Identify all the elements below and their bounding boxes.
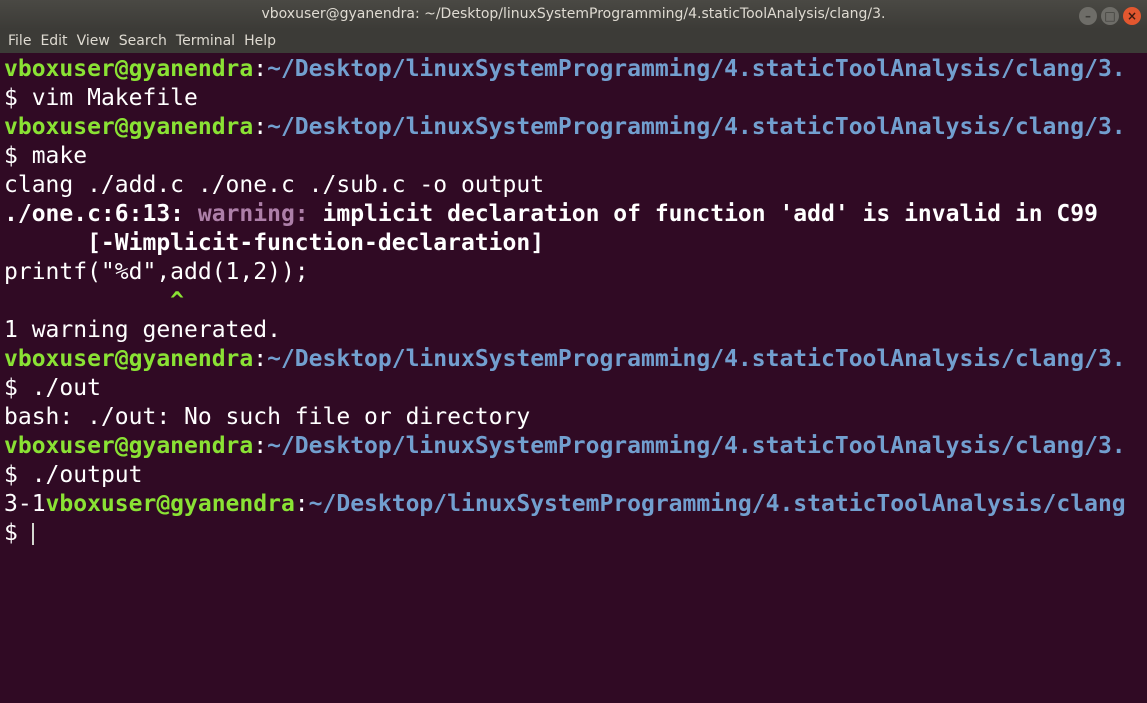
prompt-line: vboxuser@gyanendra:~/Desktop/linuxSystem… <box>4 432 1147 461</box>
caret-padding <box>4 288 170 314</box>
prompt-symbol: $ <box>4 375 32 401</box>
command-text: ./output <box>31 462 143 488</box>
prompt-line: vboxuser@gyanendra:~/Desktop/linuxSystem… <box>4 345 1147 374</box>
terminal-window: vboxuser@gyanendra: ~/Desktop/linuxSyste… <box>0 0 1147 703</box>
prompt-user: vboxuser@gyanendra <box>4 56 254 82</box>
menu-search[interactable]: Search <box>114 29 171 53</box>
prompt-symbol: $ <box>4 462 32 488</box>
command-line: $ vim Makefile <box>4 84 1147 113</box>
command-line: $ make <box>4 142 1147 171</box>
maximize-button[interactable]: □ <box>1101 7 1119 25</box>
prompt-colon: : <box>253 433 268 459</box>
prompt-path: ~/Desktop/linuxSystemProgramming/4.stati… <box>267 56 1126 82</box>
title-bar[interactable]: vboxuser@gyanendra: ~/Desktop/linuxSyste… <box>0 0 1147 29</box>
prompt-path: ~/Desktop/linuxSystemProgramming/4.stati… <box>308 491 1126 517</box>
output-line: clang ./add.c ./one.c ./sub.c -o output <box>4 172 545 198</box>
menu-help[interactable]: Help <box>239 29 280 53</box>
caret-marker: ^ <box>170 288 185 314</box>
window-title: vboxuser@gyanendra: ~/Desktop/linuxSyste… <box>261 6 886 22</box>
command-line: $ ./output <box>4 461 1147 490</box>
prompt-path: ~/Desktop/linuxSystemProgramming/4.stati… <box>267 346 1126 372</box>
prompt-path: ~/Desktop/linuxSystemProgramming/4.stati… <box>267 433 1126 459</box>
prompt-user: vboxuser@gyanendra <box>4 114 254 140</box>
caret-line: ^ <box>4 287 1147 316</box>
output-line: 1 warning generated. <box>4 317 281 343</box>
minimize-button[interactable]: – <box>1079 7 1097 25</box>
prompt-user: vboxuser@gyanendra <box>4 346 254 372</box>
prompt-colon: : <box>294 491 309 517</box>
command-text: make <box>31 143 88 169</box>
code-line: printf("%d",add(1,2)); <box>4 259 309 285</box>
menu-edit[interactable]: Edit <box>35 29 71 53</box>
program-output: 3-1 <box>4 491 46 517</box>
prompt-line: vboxuser@gyanendra:~/Desktop/linuxSystem… <box>4 113 1147 142</box>
warning-location: ./one.c:6:13: <box>4 201 198 227</box>
window-controls: – □ × <box>1075 5 1141 25</box>
prompt-symbol: $ <box>4 143 32 169</box>
text-cursor <box>31 522 34 545</box>
command-line: $ <box>4 519 1147 548</box>
prompt-symbol: $ <box>4 520 32 546</box>
menu-bar: File Edit View Search Terminal Help <box>0 29 1147 53</box>
prompt-colon: : <box>253 346 268 372</box>
menu-terminal[interactable]: Terminal <box>171 29 239 53</box>
prompt-line: vboxuser@gyanendra:~/Desktop/linuxSystem… <box>4 55 1147 84</box>
command-text: ./out <box>31 375 101 401</box>
warning-line: ./one.c:6:13: warning: implicit declarat… <box>4 200 1147 229</box>
prompt-line: 3-1vboxuser@gyanendra:~/Desktop/linuxSys… <box>4 490 1147 519</box>
error-line: bash: ./out: No such file or directory <box>4 404 531 430</box>
prompt-colon: : <box>253 114 268 140</box>
close-button[interactable]: × <box>1123 7 1141 25</box>
command-text: vim Makefile <box>31 85 198 111</box>
menu-file[interactable]: File <box>0 29 35 53</box>
prompt-user: vboxuser@gyanendra <box>4 433 254 459</box>
prompt-symbol: $ <box>4 85 32 111</box>
warning-message: implicit declaration of function 'add' i… <box>322 201 1098 227</box>
command-line: $ ./out <box>4 374 1147 403</box>
menu-view[interactable]: View <box>72 29 114 53</box>
prompt-colon: : <box>253 56 268 82</box>
warning-label: warning: <box>197 201 323 227</box>
prompt-user: vboxuser@gyanendra <box>45 491 295 517</box>
prompt-path: ~/Desktop/linuxSystemProgramming/4.stati… <box>267 114 1126 140</box>
warning-flag: [-Wimplicit-function-declaration] <box>4 230 545 256</box>
terminal-output[interactable]: vboxuser@gyanendra:~/Desktop/linuxSystem… <box>0 53 1147 703</box>
